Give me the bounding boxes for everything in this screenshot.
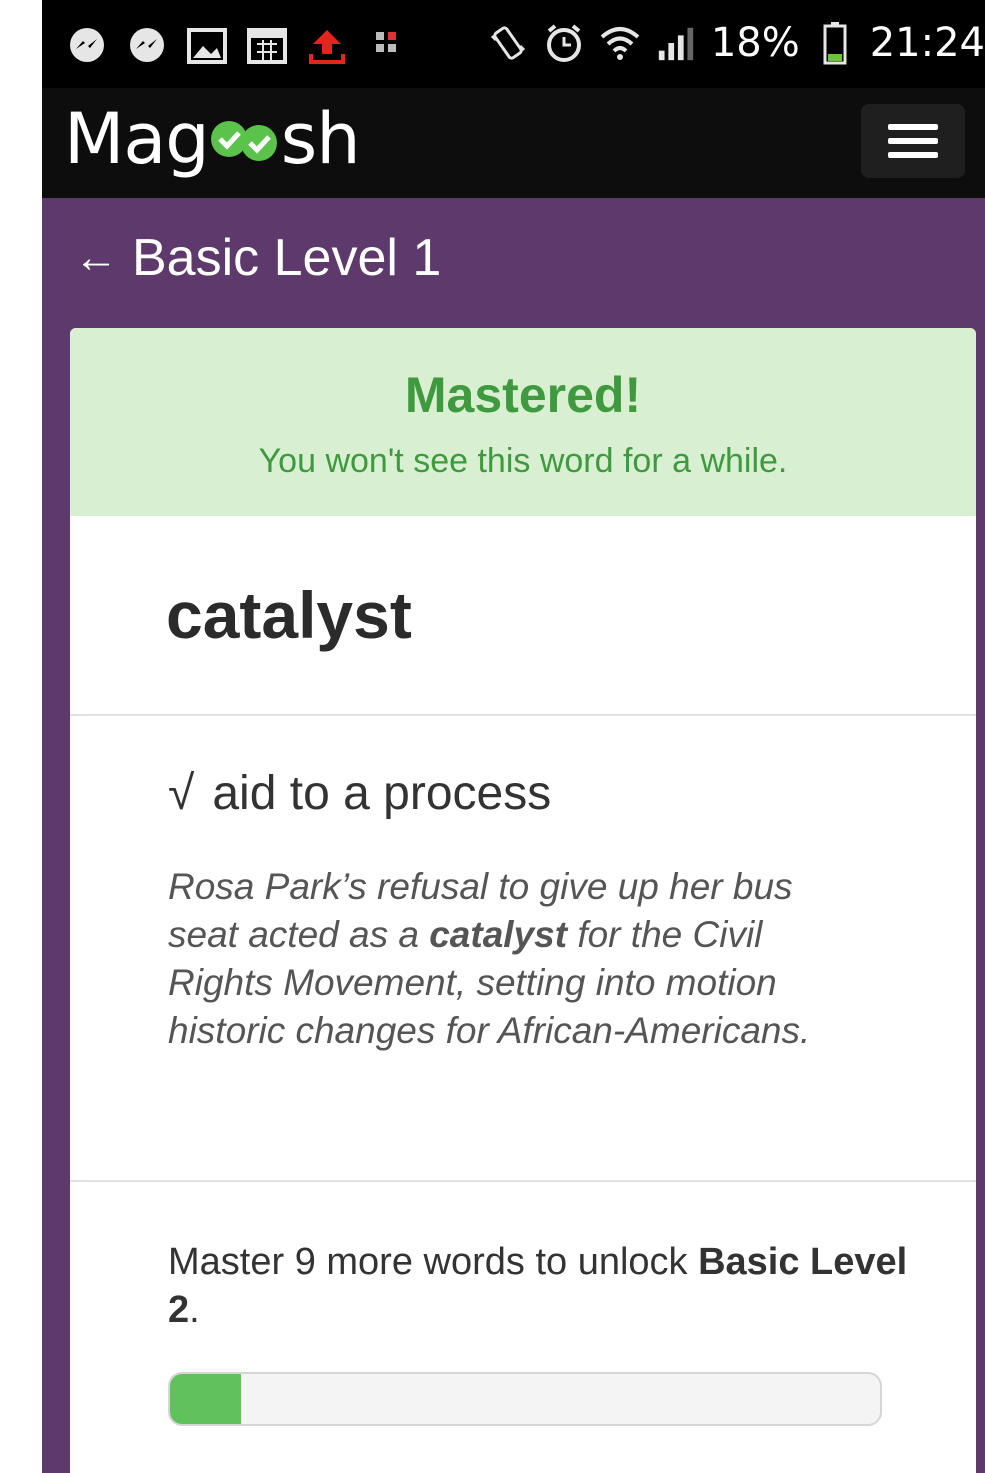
unlock-text-before: Master 9 more words to unlock xyxy=(168,1241,699,1283)
upload-icon xyxy=(306,26,348,66)
back-arrow-icon: ← xyxy=(74,233,118,282)
logo-text-suffix: sh xyxy=(280,98,361,180)
signal-icon xyxy=(655,23,697,63)
sim-icon xyxy=(366,26,408,66)
example-sentence: Rosa Park’s refusal to give up her bus s… xyxy=(168,863,868,1055)
banner-subtitle: You won't see this word for a while. xyxy=(258,442,788,480)
logo-checkmark-icon xyxy=(207,109,283,169)
calendar-icon xyxy=(246,26,288,66)
definition-text: aid to a process xyxy=(212,767,552,820)
battery-percent: 18% xyxy=(710,20,800,66)
unlock-message: Master 9 more words to unlock Basic Leve… xyxy=(168,1238,908,1334)
app-header: Mag sh xyxy=(42,88,985,198)
image-icon xyxy=(186,26,228,66)
progress-bar-fill xyxy=(170,1374,241,1424)
progress-section: Master 9 more words to unlock Basic Leve… xyxy=(70,1182,976,1426)
back-link[interactable]: ← Basic Level 1 xyxy=(74,228,441,288)
phone-screen: 18% 21:24 Mag sh ← Basic Level 1 Mastere… xyxy=(42,0,985,1473)
clock-time: 21:24 xyxy=(869,20,985,66)
wifi-icon xyxy=(599,23,641,63)
messenger-icon xyxy=(66,26,108,66)
unlock-text-after: . xyxy=(189,1289,200,1331)
vibrate-icon xyxy=(487,23,529,63)
battery-icon xyxy=(814,22,856,65)
alarm-icon xyxy=(543,23,585,63)
definition-section: √ aid to a process Rosa Park’s refusal t… xyxy=(70,716,976,1182)
hamburger-menu-icon xyxy=(888,124,938,158)
level-title: Basic Level 1 xyxy=(132,229,442,287)
mastered-banner: Mastered! You won't see this word for a … xyxy=(70,328,976,516)
word-card: Mastered! You won't see this word for a … xyxy=(70,328,976,1473)
check-mark-icon: √ xyxy=(168,767,195,820)
definition-row: √ aid to a process xyxy=(168,766,976,821)
messenger-icon xyxy=(126,26,168,66)
progress-bar xyxy=(168,1372,882,1426)
magoosh-logo[interactable]: Mag sh xyxy=(64,98,361,180)
example-highlight-word: catalyst xyxy=(429,914,568,955)
menu-button[interactable] xyxy=(861,104,965,178)
banner-title: Mastered! xyxy=(404,367,642,423)
vocab-word: catalyst xyxy=(70,516,976,716)
status-bar: 18% 21:24 xyxy=(42,0,985,88)
logo-text-prefix: Mag xyxy=(64,98,210,180)
